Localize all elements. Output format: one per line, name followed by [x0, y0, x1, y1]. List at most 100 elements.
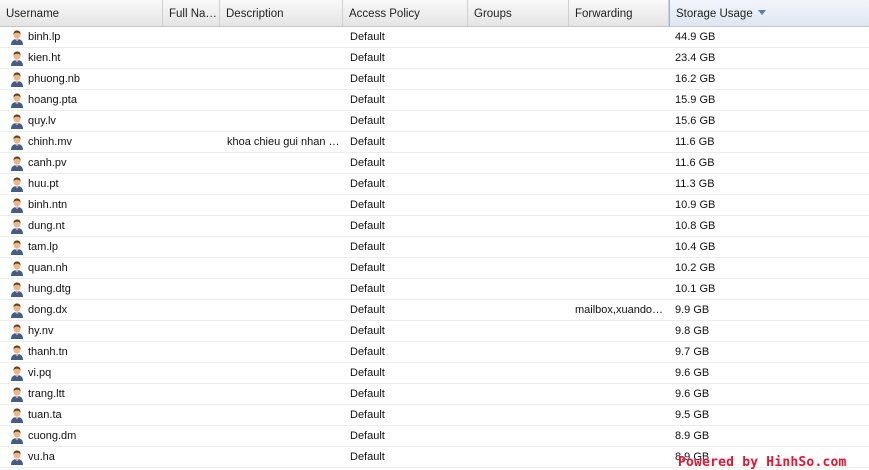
cell-description [221, 342, 343, 362]
cell-username: vi.pq [28, 367, 52, 379]
table-row[interactable]: kien.ht Default 23.4 GB [0, 48, 869, 69]
cell-description [221, 111, 343, 131]
table-row[interactable]: quan.nh Default 10.2 GB [0, 258, 869, 279]
cell-username: tam.lp [28, 241, 58, 253]
column-header-description[interactable]: Description [220, 0, 343, 26]
table-row[interactable]: dong.dx Default mailbox,xuando… 9.9 GB [0, 300, 869, 321]
column-header-fullname[interactable]: Full Na… [163, 0, 220, 26]
table-row[interactable]: dung.nt Default 10.8 GB [0, 216, 869, 237]
cell-fullname [163, 153, 220, 173]
cell-groups [469, 111, 569, 131]
cell-fullname [163, 69, 220, 89]
cell-groups [469, 447, 569, 467]
cell-description [221, 216, 343, 236]
cell-username: dung.nt [28, 220, 65, 232]
cell-policy: Default [350, 304, 385, 316]
cell-description [221, 426, 343, 446]
cell-storage: 11.6 GB [675, 136, 715, 148]
table-row[interactable]: quy.lv Default 15.6 GB [0, 111, 869, 132]
cell-forwarding [569, 111, 669, 131]
cell-policy: Default [350, 73, 385, 85]
cell-description [221, 27, 343, 47]
cell-storage: 9.8 GB [675, 325, 710, 337]
cell-description [221, 300, 343, 320]
table-row[interactable]: hung.dtg Default 10.1 GB [0, 279, 869, 300]
cell-storage: 11.6 GB [675, 157, 715, 169]
grid-header: Username Full Na… Description Access Pol… [0, 0, 869, 27]
cell-storage: 10.4 GB [675, 241, 716, 253]
cell-username: hoang.pta [28, 94, 77, 106]
cell-fullname [163, 174, 220, 194]
cell-policy: Default [350, 31, 385, 43]
table-row[interactable]: canh.pv Default 11.6 GB [0, 153, 869, 174]
cell-storage: 8.9 GB [675, 430, 710, 442]
cell-fullname [163, 111, 220, 131]
table-row[interactable]: binh.ntn Default 10.9 GB [0, 195, 869, 216]
cell-groups [469, 258, 569, 278]
cell-description [221, 405, 343, 425]
column-header-label: Full Na… [169, 8, 217, 20]
cell-groups [469, 342, 569, 362]
cell-groups [469, 153, 569, 173]
watermark: Powered by HinhSo.com [678, 455, 847, 470]
cell-policy: Default [350, 136, 385, 148]
cell-storage: 10.8 GB [675, 220, 716, 232]
column-header-label: Access Policy [349, 8, 420, 20]
cell-description [221, 384, 343, 404]
cell-fullname [163, 300, 220, 320]
cell-forwarding [569, 342, 669, 362]
cell-username: hung.dtg [28, 283, 71, 295]
cell-storage: 11.3 GB [675, 178, 715, 190]
cell-username: quy.lv [28, 115, 56, 127]
cell-username: thanh.tn [28, 346, 68, 358]
column-header-forwarding[interactable]: Forwarding [569, 0, 669, 26]
table-row[interactable]: vi.pq Default 9.6 GB [0, 363, 869, 384]
cell-username: binh.lp [28, 31, 61, 43]
cell-storage: 16.2 GB [675, 73, 716, 85]
cell-fullname [163, 405, 220, 425]
table-row[interactable]: tam.lp Default 10.4 GB [0, 237, 869, 258]
cell-username: cuong.dm [28, 430, 77, 442]
cell-storage: 10.9 GB [675, 199, 716, 211]
cell-groups [469, 384, 569, 404]
cell-groups [469, 90, 569, 110]
cell-fullname [163, 27, 220, 47]
table-row[interactable]: cuong.dm Default 8.9 GB [0, 426, 869, 447]
cell-forwarding [569, 69, 669, 89]
cell-description: khoa chieu gui nhan … [227, 136, 340, 148]
cell-username: phuong.nb [28, 73, 80, 85]
table-row[interactable]: binh.lp Default 44.9 GB [0, 27, 869, 48]
cell-forwarding [569, 237, 669, 257]
table-row[interactable]: trang.ltt Default 9.6 GB [0, 384, 869, 405]
column-header-label: Groups [474, 8, 512, 20]
cell-storage: 9.6 GB [675, 367, 710, 379]
cell-policy: Default [350, 346, 385, 358]
column-header-username[interactable]: Username [0, 0, 163, 26]
cell-storage: 9.6 GB [675, 388, 710, 400]
cell-groups [469, 132, 569, 152]
sort-descending-icon[interactable] [757, 10, 766, 16]
table-row[interactable]: hoang.pta Default 15.9 GB [0, 90, 869, 111]
column-header-storage-usage[interactable]: Storage Usage [669, 0, 869, 26]
table-row[interactable]: chinh.mv khoa chieu gui nhan … Default 11.6… [0, 132, 869, 153]
table-row[interactable]: tuan.ta Default 9.5 GB [0, 405, 869, 426]
cell-groups [469, 174, 569, 194]
table-row[interactable]: hy.nv Default 9.8 GB [0, 321, 869, 342]
cell-description [221, 363, 343, 383]
cell-policy: Default [350, 451, 385, 463]
cell-username: huu.pt [28, 178, 59, 190]
cell-groups [469, 426, 569, 446]
cell-policy: Default [350, 157, 385, 169]
column-header-groups[interactable]: Groups [468, 0, 569, 26]
cell-groups [469, 27, 569, 47]
cell-fullname [163, 216, 220, 236]
table-row[interactable]: phuong.nb Default 16.2 GB [0, 69, 869, 90]
cell-fullname [163, 237, 220, 257]
cell-groups [469, 216, 569, 236]
column-header-label: Username [6, 8, 60, 20]
cell-description [221, 279, 343, 299]
table-row[interactable]: huu.pt Default 11.3 GB [0, 174, 869, 195]
cell-groups [469, 237, 569, 257]
table-row[interactable]: thanh.tn Default 9.7 GB [0, 342, 869, 363]
column-header-access-policy[interactable]: Access Policy [343, 0, 468, 26]
